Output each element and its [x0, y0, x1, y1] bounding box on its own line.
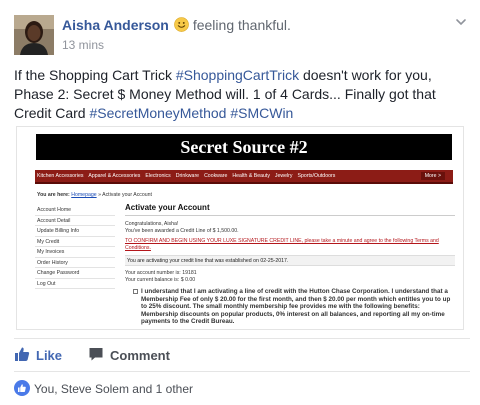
author-name[interactable]: Aisha Anderson [62, 17, 169, 33]
thumbs-up-icon [14, 346, 36, 365]
smiley-icon [174, 17, 189, 32]
comment-button[interactable]: Comment [88, 346, 170, 364]
account-menu-item: Update Billing Info [35, 226, 115, 237]
reactions-text: You, Steve Solem and 1 other [34, 382, 193, 396]
comment-icon [88, 346, 110, 365]
activate-account-panel: Activate your Account Congratulations, A… [125, 203, 455, 284]
agreement-checkbox [133, 289, 138, 294]
like-button[interactable]: Like [14, 346, 62, 364]
shop-nav-item: Sports/Outdoors [297, 173, 336, 179]
shop-nav-more: More > [420, 172, 445, 180]
reactions-summary[interactable]: You, Steve Solem and 1 other [14, 379, 193, 399]
divider [14, 371, 470, 372]
hashtag-link[interactable]: #SMCWin [230, 105, 293, 121]
account-menu-item: My Invoices [35, 247, 115, 258]
account-menu-item: Change Password [35, 268, 115, 279]
confirm-text: TO CONFIRM AND BEGIN USING YOUR LUXE SIG… [125, 238, 439, 251]
shop-nav-bar: Kitchen Accessories Apparel & Accessorie… [35, 170, 453, 184]
agreement-text: I understand that I am activating a line… [141, 288, 451, 326]
comment-label: Comment [110, 347, 170, 363]
credit-line-text: You've been awarded a Credit Line of $ 1… [125, 227, 239, 234]
hashtag-link[interactable]: #SecretMoneyMethod [89, 105, 226, 121]
divider [14, 338, 470, 339]
post-image[interactable]: Secret Source #2 Kitchen Accessories App… [16, 126, 464, 330]
shop-nav-item: Kitchen Accessories [37, 173, 84, 179]
account-menu: Account Home Account Detail Update Billi… [35, 205, 115, 289]
shop-nav-item: Apparel & Accessories [88, 173, 141, 179]
post-text-part: If the Shopping Cart Trick [14, 67, 176, 83]
account-menu-item: Account Home [35, 205, 115, 216]
shop-nav-item: Jewelry [274, 173, 293, 179]
breadcrumb-current: » Activate your Account [98, 192, 153, 198]
shop-nav-item: Health & Beauty [232, 173, 270, 179]
author-line: Aisha Anderson feeling thankful. [62, 17, 291, 33]
activate-title: Activate your Account [125, 203, 455, 216]
account-number-text: Your account number is: 19181 [125, 270, 197, 277]
like-label: Like [36, 347, 63, 363]
like-reaction-icon [14, 379, 34, 399]
account-menu-item: Account Detail [35, 216, 115, 226]
post-timestamp[interactable]: 13 mins [62, 38, 104, 52]
post-text: If the Shopping Cart Trick #ShoppingCart… [14, 66, 470, 123]
balance-text: Your current balance is: $ 0.00 [125, 276, 196, 283]
shop-nav-item: Electronics [145, 173, 171, 179]
account-menu-item: Order History [35, 258, 115, 268]
chevron-down-icon[interactable] [454, 15, 468, 29]
post-header: Aisha Anderson feeling thankful. 13 mins [14, 15, 470, 57]
hashtag-link[interactable]: #ShoppingCartTrick [176, 67, 299, 83]
breadcrumb-prefix: You are here: [37, 192, 70, 198]
shop-nav-item: Drinkware [175, 173, 200, 179]
image-banner: Secret Source #2 [36, 134, 452, 160]
avatar[interactable] [14, 15, 54, 55]
breadcrumb: You are here: Homepage » Activate your A… [37, 192, 152, 198]
activation-date-text: You are activating your credit line that… [125, 255, 455, 267]
congrats-text: Congratulations, Aisha! [125, 221, 179, 227]
feeling-text: feeling thankful. [192, 17, 291, 33]
account-menu-item: Log Out [35, 279, 115, 289]
breadcrumb-home: Homepage [71, 192, 97, 198]
shop-nav-item: Cookware [204, 173, 228, 179]
account-menu-item: My Credit [35, 237, 115, 247]
